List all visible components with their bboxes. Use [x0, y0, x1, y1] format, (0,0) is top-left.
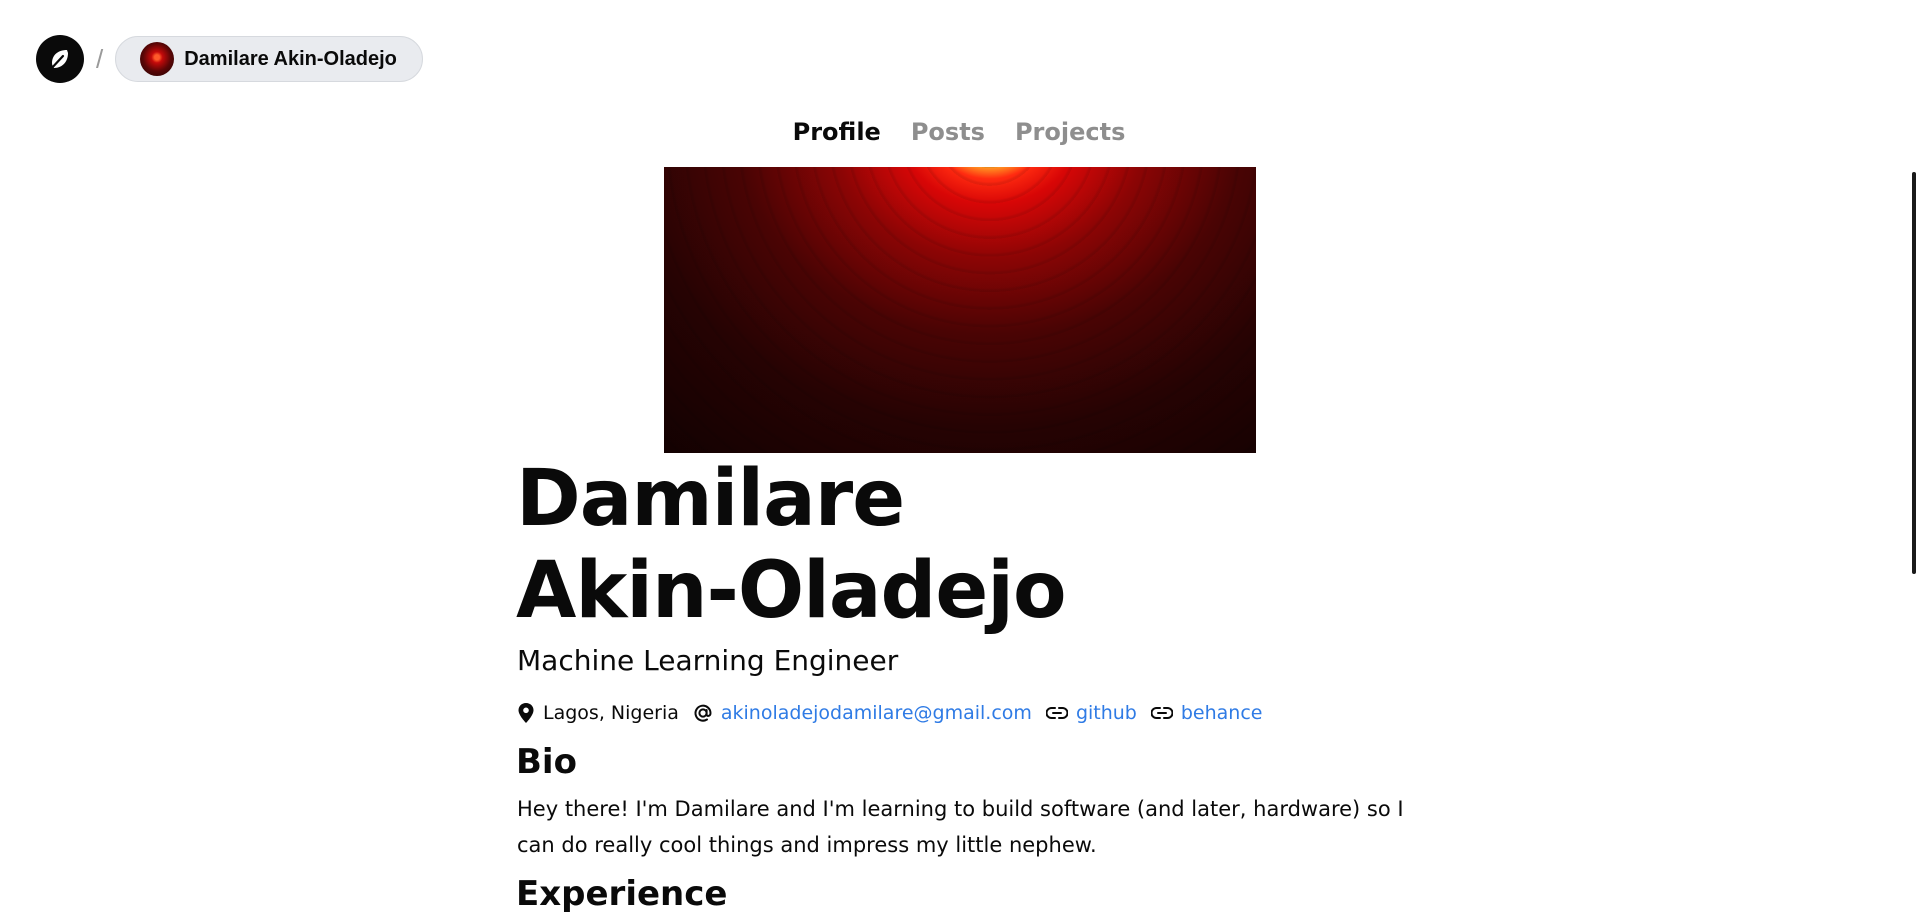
link-icon	[1150, 707, 1173, 719]
breadcrumb-separator: /	[96, 43, 104, 74]
github-link[interactable]: github	[1076, 702, 1137, 724]
email-link[interactable]: akinoladejodamilare@gmail.com	[721, 702, 1032, 724]
behance-link[interactable]: behance	[1181, 702, 1263, 724]
behance-item: behance	[1150, 702, 1263, 724]
tab-profile[interactable]: Profile	[793, 118, 881, 146]
location-item: Lagos, Nigeria	[517, 702, 679, 724]
profile-tabs: Profile Posts Projects	[0, 118, 1918, 146]
experience-heading: Experience	[516, 874, 728, 914]
tab-projects[interactable]: Projects	[1015, 118, 1125, 146]
github-item: github	[1045, 702, 1137, 724]
profile-name: Damilare Akin-Oladejo	[516, 453, 1067, 637]
home-logo-button[interactable]	[36, 35, 84, 83]
user-profile-pill[interactable]: Damilare Akin-Oladejo	[115, 36, 423, 82]
top-navigation: / Damilare Akin-Oladejo	[36, 35, 423, 83]
profile-name-last: Akin-Oladejo	[516, 546, 1067, 636]
profile-role: Machine Learning Engineer	[517, 644, 899, 677]
profile-meta: Lagos, Nigeria akinoladejodamilare@gmail…	[517, 702, 1277, 724]
tab-posts[interactable]: Posts	[911, 118, 985, 146]
user-name-label: Damilare Akin-Oladejo	[184, 47, 397, 70]
profile-name-first: Damilare	[516, 454, 905, 544]
page-scrollbar[interactable]	[1912, 172, 1916, 574]
link-icon	[1045, 707, 1068, 719]
bio-heading: Bio	[516, 742, 577, 782]
leaf-icon	[48, 50, 68, 72]
bio-text: Hey there! I'm Damilare and I'm learning…	[517, 797, 1404, 857]
email-item: akinoladejodamilare@gmail.com	[693, 702, 1032, 724]
location-pin-icon	[518, 703, 534, 723]
location-text: Lagos, Nigeria	[543, 702, 679, 724]
profile-banner-image	[664, 167, 1256, 453]
at-sign-icon	[694, 704, 712, 722]
avatar	[140, 42, 175, 76]
